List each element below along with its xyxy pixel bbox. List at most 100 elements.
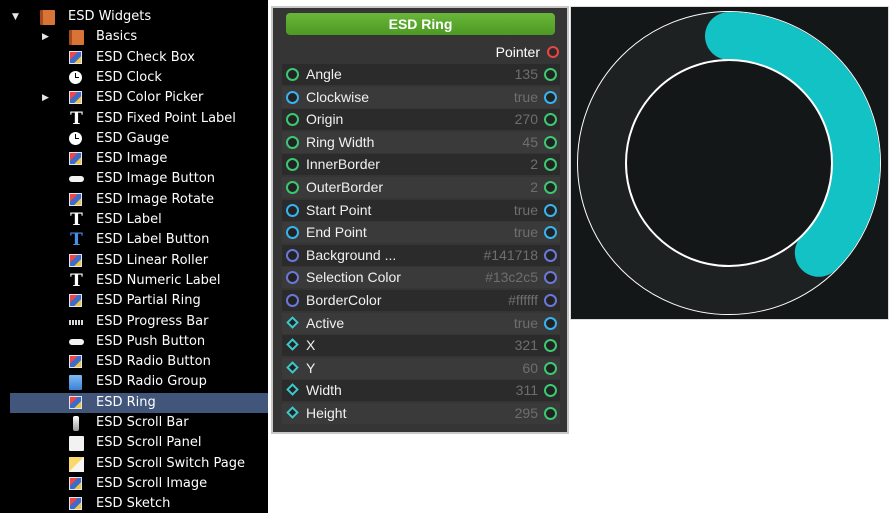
property-row-outerborder[interactable]: OuterBorder 2 bbox=[282, 177, 560, 198]
output-pin-icon[interactable] bbox=[544, 226, 557, 240]
output-pin-icon[interactable] bbox=[544, 384, 557, 398]
property-value[interactable]: 311 bbox=[516, 382, 538, 398]
button-icon bbox=[69, 338, 84, 345]
input-pin-icon[interactable] bbox=[286, 271, 299, 285]
tree-item-esd-progress-bar[interactable]: ESD Progress Bar bbox=[10, 312, 268, 332]
tree-item-esd-sketch[interactable]: ESD Sketch bbox=[10, 494, 268, 513]
output-pin-icon[interactable] bbox=[544, 135, 557, 149]
property-row-innerborder[interactable]: InnerBorder 2 bbox=[282, 154, 560, 176]
output-pin-icon[interactable] bbox=[544, 68, 557, 81]
tree-item-esd-clock[interactable]: ESD Clock bbox=[10, 68, 268, 88]
property-row-y[interactable]: Y 60 bbox=[282, 357, 560, 379]
property-value[interactable]: 321 bbox=[515, 337, 538, 353]
tree-item-esd-ring[interactable]: ESD Ring bbox=[10, 392, 268, 413]
tree-item-esd-widgets[interactable]: ▼ ESD Widgets bbox=[10, 7, 268, 27]
tree-item-esd-color-picker[interactable]: ▶ ESD Color Picker bbox=[10, 88, 268, 108]
clock-icon bbox=[69, 70, 82, 84]
tree-item-esd-scroll-panel[interactable]: ESD Scroll Panel bbox=[10, 433, 268, 453]
input-pin-icon[interactable] bbox=[286, 226, 299, 240]
diamond-input-pin-icon[interactable] bbox=[286, 338, 299, 352]
property-value[interactable]: 60 bbox=[522, 360, 538, 376]
property-value[interactable]: true bbox=[514, 202, 538, 218]
ring-preview bbox=[570, 6, 889, 320]
tree-item-basics[interactable]: ▶ Basics bbox=[10, 27, 268, 47]
property-value[interactable]: true bbox=[514, 89, 538, 105]
tree-item-esd-image[interactable]: ESD Image bbox=[10, 149, 268, 169]
output-pin-icon[interactable] bbox=[544, 361, 557, 375]
property-value[interactable]: 2 bbox=[530, 156, 538, 172]
property-value[interactable]: 295 bbox=[515, 405, 538, 421]
property-label: Height bbox=[306, 405, 347, 421]
output-pin-icon[interactable] bbox=[544, 407, 557, 420]
property-value[interactable]: #13c2c5 bbox=[485, 269, 538, 285]
property-row-origin[interactable]: Origin 270 bbox=[282, 109, 560, 131]
output-pin-icon[interactable] bbox=[544, 158, 557, 172]
property-row-start-point[interactable]: Start Point true bbox=[282, 199, 560, 221]
tree-item-esd-linear-roller[interactable]: ESD Linear Roller bbox=[10, 251, 268, 271]
property-value[interactable]: 45 bbox=[522, 134, 538, 150]
diamond-input-pin-icon[interactable] bbox=[286, 383, 299, 397]
expand-arrow-icon[interactable]: ▼ bbox=[12, 7, 19, 27]
collapse-arrow-icon[interactable]: ▶ bbox=[42, 27, 49, 47]
diamond-input-pin-icon[interactable] bbox=[286, 406, 299, 419]
output-pin-icon[interactable] bbox=[544, 339, 557, 353]
property-value[interactable]: 135 bbox=[515, 66, 538, 82]
property-row-angle[interactable]: Angle 135 bbox=[282, 64, 560, 85]
tree-item-label: ESD Partial Ring bbox=[96, 293, 201, 309]
property-row-selection-color[interactable]: Selection Color #13c2c5 bbox=[282, 267, 560, 289]
tree-item-esd-image-rotate[interactable]: ESD Image Rotate bbox=[10, 190, 268, 210]
tree-item-esd-push-button[interactable]: ESD Push Button bbox=[10, 332, 268, 352]
tree-item-esd-label[interactable]: T ESD Label bbox=[10, 210, 268, 230]
input-pin-icon[interactable] bbox=[286, 90, 299, 104]
property-row-end-point[interactable]: End Point true bbox=[282, 222, 560, 244]
tree-item-esd-fixed-point-label[interactable]: T ESD Fixed Point Label bbox=[10, 109, 268, 129]
tree-item-esd-scroll-switch-page[interactable]: ESD Scroll Switch Page bbox=[10, 454, 268, 474]
property-row-height[interactable]: Height 295 bbox=[282, 403, 560, 424]
tree-item-esd-label-button[interactable]: T ESD Label Button bbox=[10, 230, 268, 250]
property-row-background[interactable]: Background ... #141718 bbox=[282, 244, 560, 266]
input-pin-icon[interactable] bbox=[286, 181, 299, 194]
tree-item-esd-numeric-label[interactable]: T ESD Numeric Label bbox=[10, 271, 268, 291]
property-row-clockwise[interactable]: Clockwise true bbox=[282, 86, 560, 108]
property-value[interactable]: true bbox=[514, 315, 538, 331]
output-pin-icon[interactable] bbox=[544, 181, 557, 194]
property-row-width[interactable]: Width 311 bbox=[282, 380, 560, 402]
diamond-input-pin-icon[interactable] bbox=[286, 360, 299, 374]
input-pin-icon[interactable] bbox=[286, 248, 299, 262]
output-pin-icon[interactable] bbox=[544, 316, 557, 330]
collapse-arrow-icon[interactable]: ▶ bbox=[42, 88, 49, 108]
input-pin-icon[interactable] bbox=[286, 135, 299, 149]
output-pin-icon[interactable] bbox=[544, 203, 557, 217]
text-blue-icon: T bbox=[70, 230, 83, 251]
tree-item-esd-radio-group[interactable]: ESD Radio Group bbox=[10, 372, 268, 392]
property-value[interactable]: true bbox=[514, 224, 538, 240]
tree-item-esd-radio-button[interactable]: ESD Radio Button bbox=[10, 352, 268, 372]
property-row-bordercolor[interactable]: BorderColor #ffffff bbox=[282, 290, 560, 311]
property-value[interactable]: 270 bbox=[515, 111, 538, 127]
output-pin-icon[interactable] bbox=[544, 294, 557, 307]
property-value[interactable]: #ffffff bbox=[508, 292, 538, 308]
diamond-input-pin-icon[interactable] bbox=[286, 315, 299, 329]
tree-item-esd-check-box[interactable]: ESD Check Box bbox=[10, 48, 268, 68]
output-pin-icon[interactable] bbox=[544, 113, 557, 127]
property-row-active[interactable]: Active true bbox=[282, 312, 560, 334]
input-pin-icon[interactable] bbox=[286, 113, 299, 127]
property-row-ring-width[interactable]: Ring Width 45 bbox=[282, 131, 560, 153]
output-pin-icon[interactable] bbox=[544, 90, 557, 104]
property-value[interactable]: #141718 bbox=[483, 247, 538, 263]
tree-item-esd-scroll-bar[interactable]: ESD Scroll Bar bbox=[10, 413, 268, 433]
tree-item-esd-gauge[interactable]: ESD Gauge bbox=[10, 129, 268, 149]
input-pin-icon[interactable] bbox=[286, 294, 299, 307]
output-pin-icon[interactable] bbox=[544, 248, 557, 262]
output-pin-icon[interactable] bbox=[544, 271, 557, 285]
tree-item-esd-scroll-image[interactable]: ESD Scroll Image bbox=[10, 474, 268, 494]
pointer-output-port[interactable] bbox=[547, 46, 559, 58]
input-pin-icon[interactable] bbox=[286, 158, 299, 172]
input-pin-icon[interactable] bbox=[286, 68, 299, 81]
node-title[interactable]: ESD Ring bbox=[286, 13, 555, 35]
tree-item-esd-partial-ring[interactable]: ESD Partial Ring bbox=[10, 291, 268, 311]
input-pin-icon[interactable] bbox=[286, 203, 299, 217]
property-row-x[interactable]: X 321 bbox=[282, 335, 560, 357]
property-value[interactable]: 2 bbox=[530, 179, 538, 195]
tree-item-esd-image-button[interactable]: ESD Image Button bbox=[10, 169, 268, 189]
